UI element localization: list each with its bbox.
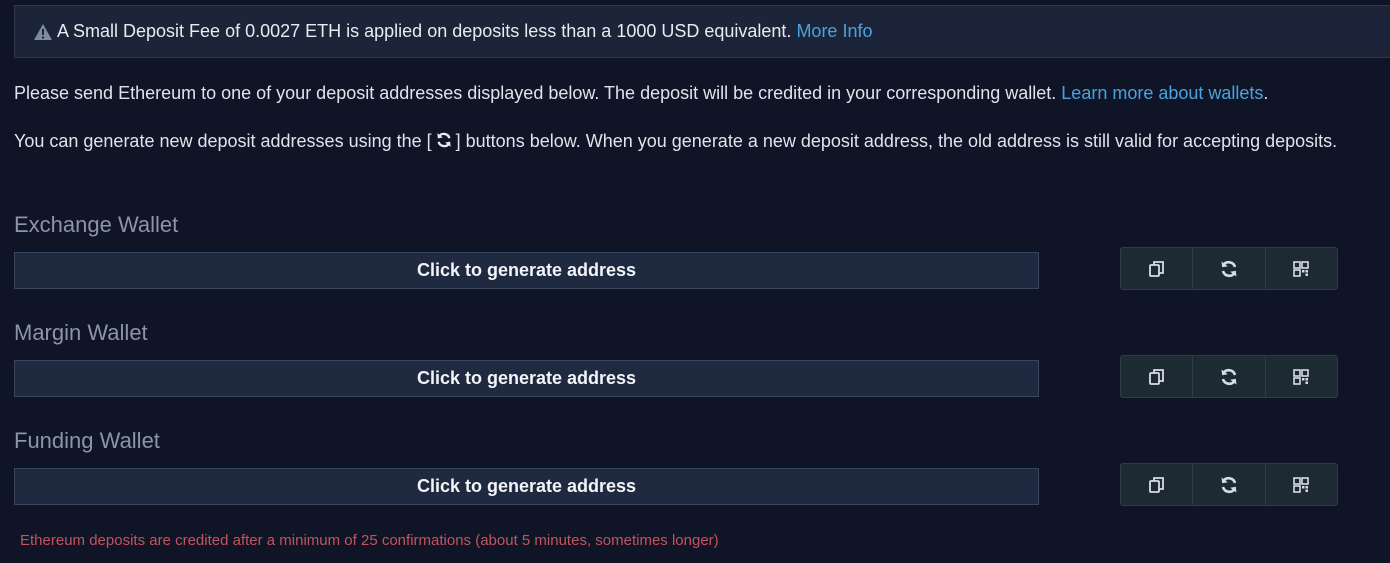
margin-wallet-actions	[1120, 355, 1338, 398]
funding-generate-address-button[interactable]: Click to generate address	[14, 468, 1039, 505]
copy-icon	[1148, 368, 1164, 385]
generate-note-before: You can generate new deposit addresses u…	[14, 131, 432, 151]
exchange-wallet-actions	[1120, 247, 1338, 290]
learn-more-wallets-link[interactable]: Learn more about wallets	[1061, 83, 1263, 103]
qr-code-icon	[1293, 476, 1310, 493]
margin-generate-address-button[interactable]: Click to generate address	[14, 360, 1039, 397]
notice-text: A Small Deposit Fee of 0.0027 ETH is app…	[57, 21, 792, 41]
margin-wallet-title: Margin Wallet	[14, 320, 148, 345]
copy-icon	[1148, 260, 1164, 277]
qr-code-button[interactable]	[1266, 248, 1337, 289]
qr-code-button[interactable]	[1266, 464, 1337, 505]
confirmation-footnote: Ethereum deposits are credited after a m…	[20, 532, 719, 549]
funding-wallet-title: Funding Wallet	[14, 428, 160, 453]
qr-code-icon	[1293, 260, 1310, 277]
intro-suffix: .	[1263, 83, 1269, 103]
qr-code-icon	[1293, 368, 1310, 385]
refresh-icon	[1221, 476, 1237, 493]
refresh-icon	[436, 132, 451, 148]
qr-code-button[interactable]	[1266, 356, 1337, 397]
refresh-icon	[1221, 260, 1237, 277]
more-info-link[interactable]: More Info	[796, 21, 872, 42]
copy-button[interactable]	[1121, 464, 1194, 505]
copy-icon	[1148, 476, 1164, 493]
exchange-wallet-title: Exchange Wallet	[14, 212, 179, 237]
generate-note-paragraph: You can generate new deposit addresses u…	[14, 127, 1344, 155]
refresh-button[interactable]	[1193, 464, 1266, 505]
intro-text: Please send Ethereum to one of your depo…	[14, 83, 1062, 103]
copy-button[interactable]	[1121, 356, 1194, 397]
funding-wallet-actions	[1120, 463, 1338, 506]
intro-paragraph: Please send Ethereum to one of your depo…	[14, 81, 1268, 105]
warning-icon	[34, 23, 52, 40]
refresh-button[interactable]	[1193, 248, 1266, 289]
deposit-fee-notice: A Small Deposit Fee of 0.0027 ETH is app…	[14, 5, 1390, 58]
copy-button[interactable]	[1121, 248, 1194, 289]
refresh-icon	[1221, 368, 1237, 385]
generate-note-after: ] buttons below. When you generate a new…	[455, 131, 1338, 151]
refresh-button[interactable]	[1193, 356, 1266, 397]
exchange-generate-address-button[interactable]: Click to generate address	[14, 252, 1039, 289]
